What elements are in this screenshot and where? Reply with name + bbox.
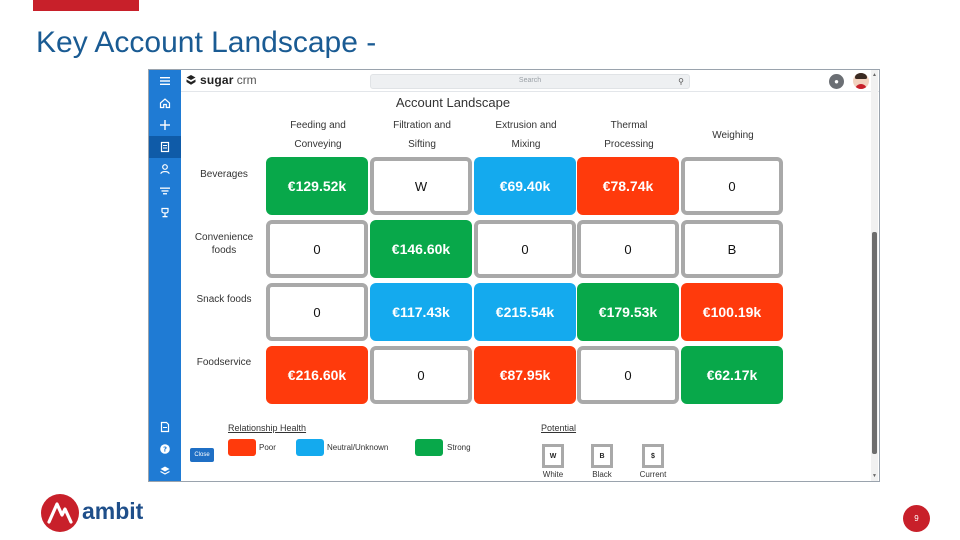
legend-swatch xyxy=(228,439,256,456)
landscape-cell[interactable]: €78.74k xyxy=(577,157,679,215)
plus-icon[interactable] xyxy=(149,114,181,136)
filter-icon[interactable] xyxy=(149,180,181,202)
search-input[interactable]: Search ⚲ xyxy=(370,74,690,89)
row-header: Beverages xyxy=(200,169,248,180)
ambit-brand-text: ambit xyxy=(82,498,144,524)
landscape-cell[interactable]: €216.60k xyxy=(266,346,368,404)
row-header: Snack foods xyxy=(196,294,252,305)
landscape-cell[interactable]: 0 xyxy=(266,220,368,278)
search-icon[interactable]: ⚲ xyxy=(678,77,684,86)
potential-title: Potential xyxy=(541,423,577,433)
potential-label: White xyxy=(542,470,564,479)
relationship-health-title: Relationship Health xyxy=(228,423,307,433)
landscape-cell[interactable]: 0 xyxy=(577,346,679,404)
legend-label: Poor xyxy=(259,443,276,452)
landscape-cell[interactable]: 0 xyxy=(370,346,472,404)
row-header: Convenience foods xyxy=(194,232,254,256)
landscape-cell[interactable]: €129.52k xyxy=(266,157,368,215)
notification-bell-icon[interactable]: ● xyxy=(829,74,844,89)
search-placeholder: Search xyxy=(518,77,542,84)
landscape-cell[interactable]: €117.43k xyxy=(370,283,472,341)
landscape-title: Account Landscape xyxy=(395,95,511,110)
page-number: 9 xyxy=(903,505,930,532)
scroll-down-icon[interactable]: ▼ xyxy=(871,473,878,479)
potential-box: W xyxy=(542,444,564,468)
landscape-cell[interactable]: 0 xyxy=(577,220,679,278)
close-button[interactable]: Close xyxy=(190,448,214,462)
user-avatar[interactable] xyxy=(853,73,869,89)
crm-sidebar: ? xyxy=(149,70,181,481)
landscape-cell[interactable]: 0 xyxy=(474,220,576,278)
landscape-cell[interactable]: €87.95k xyxy=(474,346,576,404)
landscape-cell[interactable]: €62.17k xyxy=(681,346,783,404)
logo-sugar-text: sugar xyxy=(200,73,234,87)
landscape-cell[interactable]: €69.40k xyxy=(474,157,576,215)
scroll-up-icon[interactable]: ▲ xyxy=(871,72,878,78)
column-header: Extrusion and Mixing xyxy=(495,120,557,150)
document-icon[interactable] xyxy=(149,416,181,438)
potential-label: Black xyxy=(592,470,612,479)
legend-label: Neutral/Unknown xyxy=(327,443,389,452)
potential-box: B xyxy=(591,444,613,468)
landscape-cell[interactable]: €179.53k xyxy=(577,283,679,341)
column-header: Thermal Processing xyxy=(604,120,654,150)
ambit-logo-icon xyxy=(41,494,79,532)
logo-crm-text: crm xyxy=(236,73,257,87)
landscape-cell[interactable]: B xyxy=(681,220,783,278)
row-header: Foodservice xyxy=(196,357,252,368)
accounts-icon[interactable] xyxy=(149,136,181,158)
landscape-cell[interactable]: 0 xyxy=(266,283,368,341)
sugarcrm-logo[interactable]: sugar crm xyxy=(185,73,257,87)
sugarcrm-cube-icon xyxy=(186,75,196,85)
landscape-cell[interactable]: €100.19k xyxy=(681,283,783,341)
potential-box: $ xyxy=(642,444,664,468)
column-header: Feeding and Conveying xyxy=(290,120,346,150)
avatar-hair xyxy=(855,73,867,79)
avatar-body xyxy=(855,84,867,89)
top-accent-bar xyxy=(33,0,139,11)
menu-icon[interactable] xyxy=(149,70,181,92)
landscape-cell[interactable]: W xyxy=(370,157,472,215)
trophy-icon[interactable] xyxy=(149,202,181,224)
legend-swatch xyxy=(296,439,324,456)
home-icon[interactable] xyxy=(149,92,181,114)
scrollbar-thumb[interactable] xyxy=(872,232,877,454)
help-icon[interactable]: ? xyxy=(149,438,181,460)
column-header: Filtration and Sifting xyxy=(393,120,451,150)
potential-label: Current xyxy=(639,470,667,479)
landscape-cell[interactable]: 0 xyxy=(681,157,783,215)
slide-title: Key Account Landscape - xyxy=(36,26,377,59)
column-header: Weighing xyxy=(712,129,754,141)
crm-header: sugar crm Search ⚲ ● xyxy=(181,70,879,92)
legend-swatch xyxy=(415,439,443,456)
landscape-cell[interactable]: €215.54k xyxy=(474,283,576,341)
svg-text:?: ? xyxy=(163,445,167,453)
contacts-icon[interactable] xyxy=(149,158,181,180)
layers-icon[interactable] xyxy=(149,460,181,481)
legend-label: Strong xyxy=(447,443,471,452)
landscape-cell[interactable]: €146.60k xyxy=(370,220,472,278)
